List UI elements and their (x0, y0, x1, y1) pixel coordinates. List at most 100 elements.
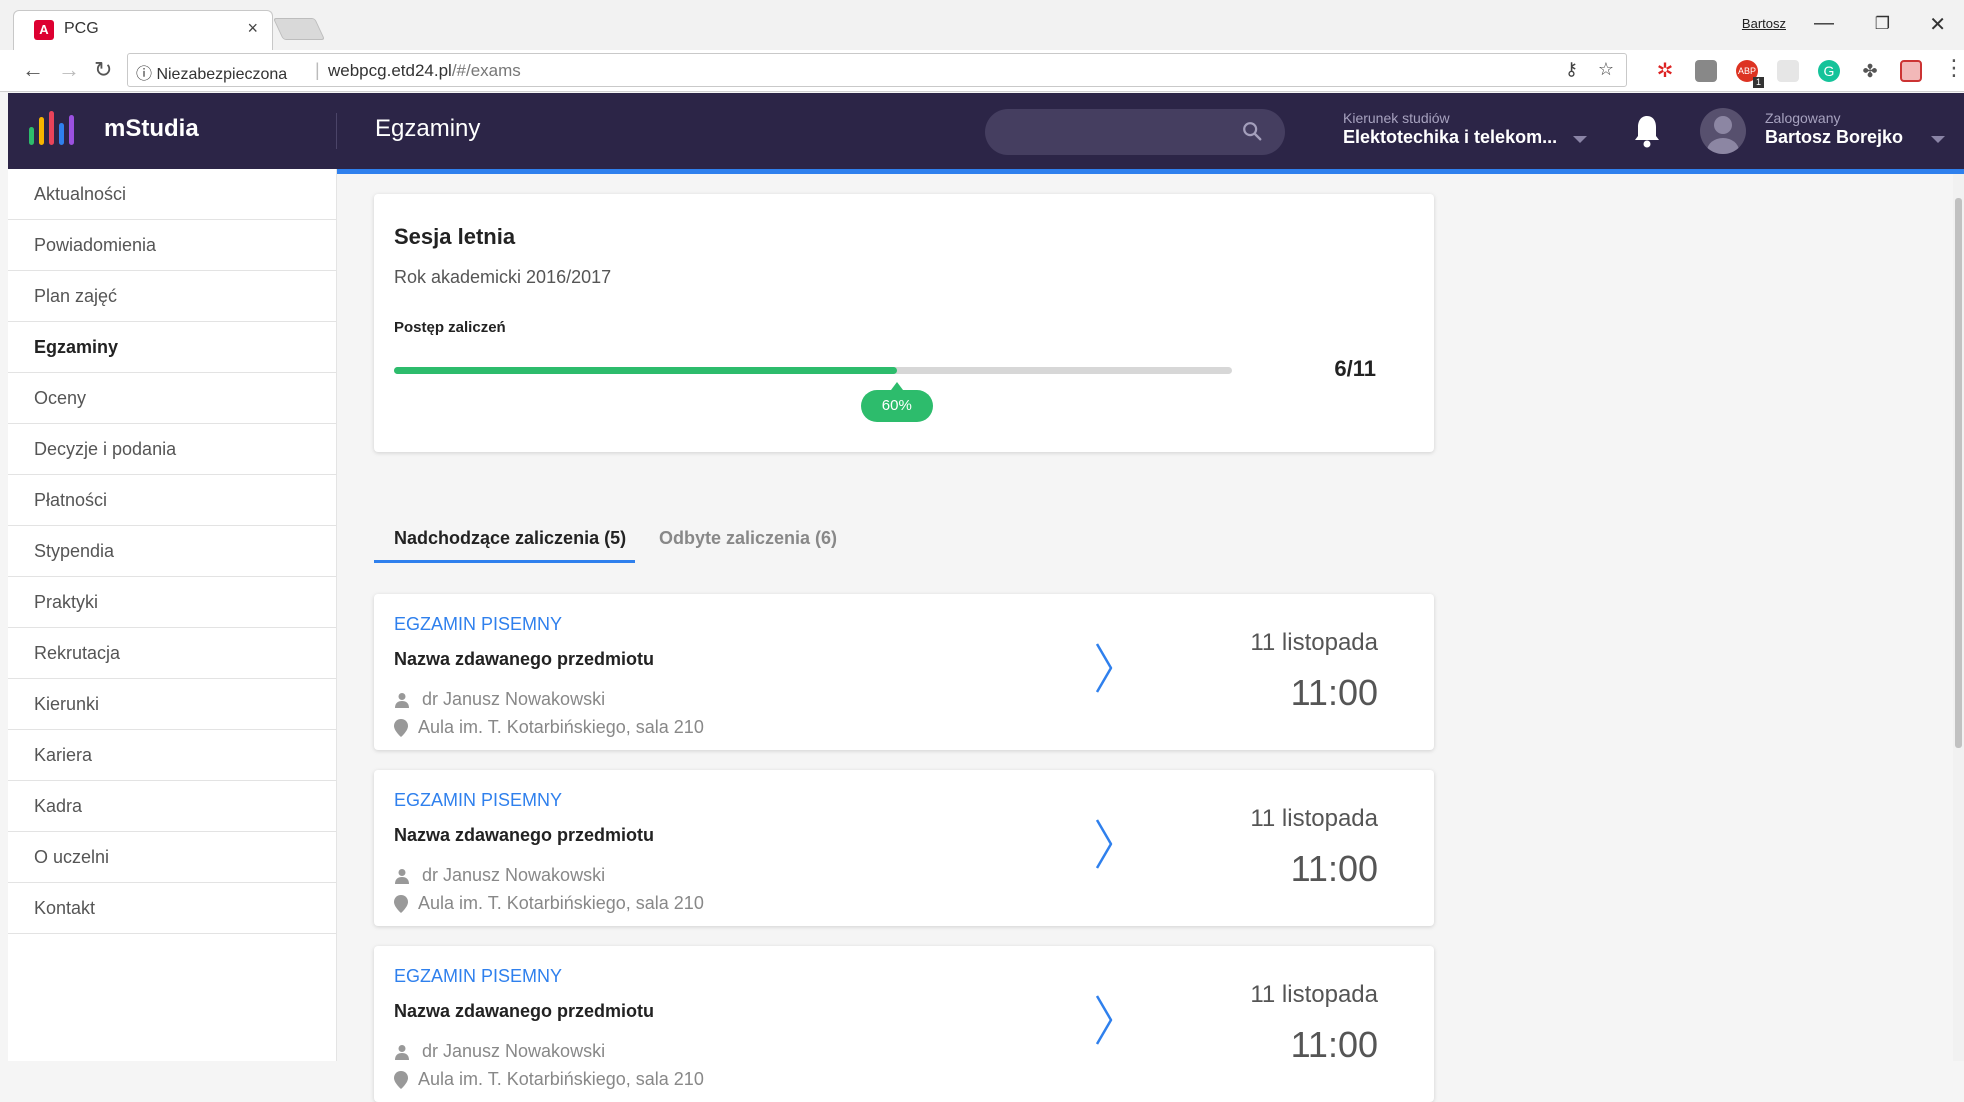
progress-count: 6/11 (1334, 356, 1376, 381)
mstudia-logo-icon[interactable] (29, 111, 79, 145)
exam-teacher: dr Janusz Nowakowski (422, 865, 606, 885)
sidebar-item[interactable]: Kontakt (8, 883, 336, 934)
extension-puzzle-icon[interactable]: ✤ (1859, 60, 1881, 82)
restore-button[interactable]: ❐ (1875, 14, 1890, 34)
sidebar-item[interactable]: Rekrutacja (8, 628, 336, 679)
key-icon[interactable]: ⚷ (1565, 59, 1578, 80)
browser-tab[interactable]: A PCG × (13, 10, 273, 50)
user-caption: Zalogowany (1765, 110, 1841, 126)
person-icon (395, 1045, 409, 1060)
progress-label: Postęp zaliczeń (394, 319, 506, 336)
exam-date: 11 listopada (1250, 629, 1378, 656)
browser-toolbar: ← → ↻ ⓘ Niezabezpieczona | webpcg.etd24.… (0, 50, 1964, 92)
extension-red-icon[interactable] (1900, 60, 1922, 82)
exam-time: 11:00 (1290, 1024, 1378, 1065)
sidebar-item[interactable]: Aktualności (8, 169, 336, 220)
tab-completed[interactable]: Odbyte zaliczenia (6) (659, 528, 837, 549)
exam-type: EGZAMIN PISEMNY (394, 790, 563, 810)
exam-subject: Nazwa zdawanego przedmiotu (394, 649, 655, 669)
tab-upcoming[interactable]: Nadchodzące zaliczenia (5) (394, 528, 626, 549)
sidebar-item[interactable]: Decyzje i podania (8, 424, 336, 475)
location-pin-icon (394, 719, 408, 737)
back-icon[interactable]: ← (22, 57, 44, 83)
exam-time: 11:00 (1290, 672, 1378, 713)
exam-teacher: dr Janusz Nowakowski (422, 1041, 606, 1061)
search-input[interactable] (985, 109, 1285, 155)
exam-location: Aula im. T. Kotarbińskiego, sala 210 (418, 1069, 704, 1089)
user-name: Bartosz Borejko (1765, 127, 1904, 147)
sidebar-item[interactable]: Oceny (8, 373, 336, 424)
chevron-down-icon (1573, 136, 1587, 143)
reload-icon[interactable]: ↻ (94, 57, 112, 83)
progress-fill (394, 367, 897, 374)
location-pin-icon (394, 895, 408, 913)
grammarly-icon[interactable]: G (1818, 60, 1840, 82)
exam-subject: Nazwa zdawanego przedmiotu (394, 1001, 655, 1021)
exam-teacher: dr Janusz Nowakowski (422, 689, 606, 709)
tab-title: PCG (64, 20, 99, 37)
extension-square-icon[interactable] (1695, 60, 1717, 82)
scrollbar[interactable] (1953, 174, 1964, 1061)
header-divider (336, 113, 337, 149)
security-indicator[interactable]: ⓘ Niezabezpieczona (136, 60, 287, 84)
sidebar-item[interactable]: Kariera (8, 730, 336, 781)
chrome-menu-icon[interactable]: ⋮ (1943, 55, 1964, 81)
logo-text[interactable]: mStudia (104, 115, 199, 143)
adblock-icon[interactable]: ABP 1 (1736, 60, 1764, 88)
sidebar: Aktualności Powiadomienia Plan zajęć Egzami… (8, 169, 337, 1061)
sidebar-item[interactable]: Egzaminy (8, 322, 336, 373)
sidebar-item[interactable]: Plan zajęć (8, 271, 336, 322)
minimize-button[interactable]: — (1814, 12, 1834, 35)
browser-tabstrip: A PCG × Bartosz — ❐ ✕ (0, 0, 1964, 50)
page-title: Egzaminy (375, 115, 481, 142)
bell-icon[interactable] (1632, 113, 1662, 149)
forward-icon[interactable]: → (58, 57, 80, 83)
url-host: webpcg.etd24.pl (328, 61, 452, 80)
exam-card[interactable]: EGZAMIN PISEMNY Nazwa zdawanego przedmiot… (374, 770, 1434, 926)
adblock-badge: 1 (1753, 77, 1764, 88)
address-bar[interactable]: ⓘ Niezabezpieczona | webpcg.etd24.pl/#/e… (127, 53, 1627, 87)
angular-icon: A (34, 20, 54, 40)
extension-image-icon[interactable] (1777, 60, 1799, 82)
exam-card[interactable]: EGZAMIN PISEMNY Nazwa zdawanego przedmiot… (374, 946, 1434, 1102)
profile-button[interactable]: Bartosz (1742, 16, 1786, 31)
session-card: Sesja letnia Rok akademicki 2016/2017 Po… (374, 194, 1434, 452)
exam-location: Aula im. T. Kotarbińskiego, sala 210 (418, 717, 704, 737)
exam-type: EGZAMIN PISEMNY (394, 614, 563, 634)
chevron-right-icon[interactable] (1094, 642, 1116, 694)
url-path: /#/exams (451, 61, 521, 80)
tab-close-icon[interactable]: × (247, 18, 258, 39)
chevron-right-icon[interactable] (1094, 994, 1116, 1046)
chevron-right-icon[interactable] (1094, 818, 1116, 870)
new-tab-button[interactable] (272, 18, 326, 40)
program-value: Elektotechika i telekom... (1343, 127, 1558, 147)
exam-tabs: Nadchodzące zaliczenia (5) Odbyte zalicz… (374, 523, 1434, 563)
chevron-down-icon (1931, 136, 1945, 143)
extension-gear-icon[interactable]: ✲ (1654, 60, 1676, 82)
program-caption: Kierunek studiów (1343, 110, 1450, 126)
location-pin-icon (394, 1071, 408, 1089)
sidebar-item[interactable]: Kadra (8, 781, 336, 832)
progress-bar (394, 367, 1232, 374)
avatar[interactable] (1700, 108, 1746, 154)
header-accent-line (337, 169, 1964, 174)
exam-date: 11 listopada (1250, 981, 1378, 1008)
sidebar-item[interactable]: Praktyki (8, 577, 336, 628)
sidebar-item[interactable]: Stypendia (8, 526, 336, 577)
search-icon[interactable] (1241, 120, 1263, 142)
star-icon[interactable]: ☆ (1598, 59, 1614, 80)
scrollbar-thumb[interactable] (1955, 198, 1962, 748)
sidebar-item[interactable]: Płatności (8, 475, 336, 526)
sidebar-item[interactable]: O uczelni (8, 832, 336, 883)
url-text[interactable]: webpcg.etd24.pl/#/exams (328, 61, 521, 81)
close-window-button[interactable]: ✕ (1929, 12, 1946, 37)
sidebar-item[interactable]: Powiadomienia (8, 220, 336, 271)
session-title: Sesja letnia (394, 224, 516, 249)
sidebar-item[interactable]: Kierunki (8, 679, 336, 730)
person-icon (395, 869, 409, 884)
progress-percent-badge: 60% (860, 382, 933, 422)
exam-location: Aula im. T. Kotarbińskiego, sala 210 (418, 893, 704, 913)
exam-card[interactable]: EGZAMIN PISEMNY Nazwa zdawanego przedmiot… (374, 594, 1434, 750)
exam-type: EGZAMIN PISEMNY (394, 966, 563, 986)
url-separator: | (315, 60, 320, 80)
